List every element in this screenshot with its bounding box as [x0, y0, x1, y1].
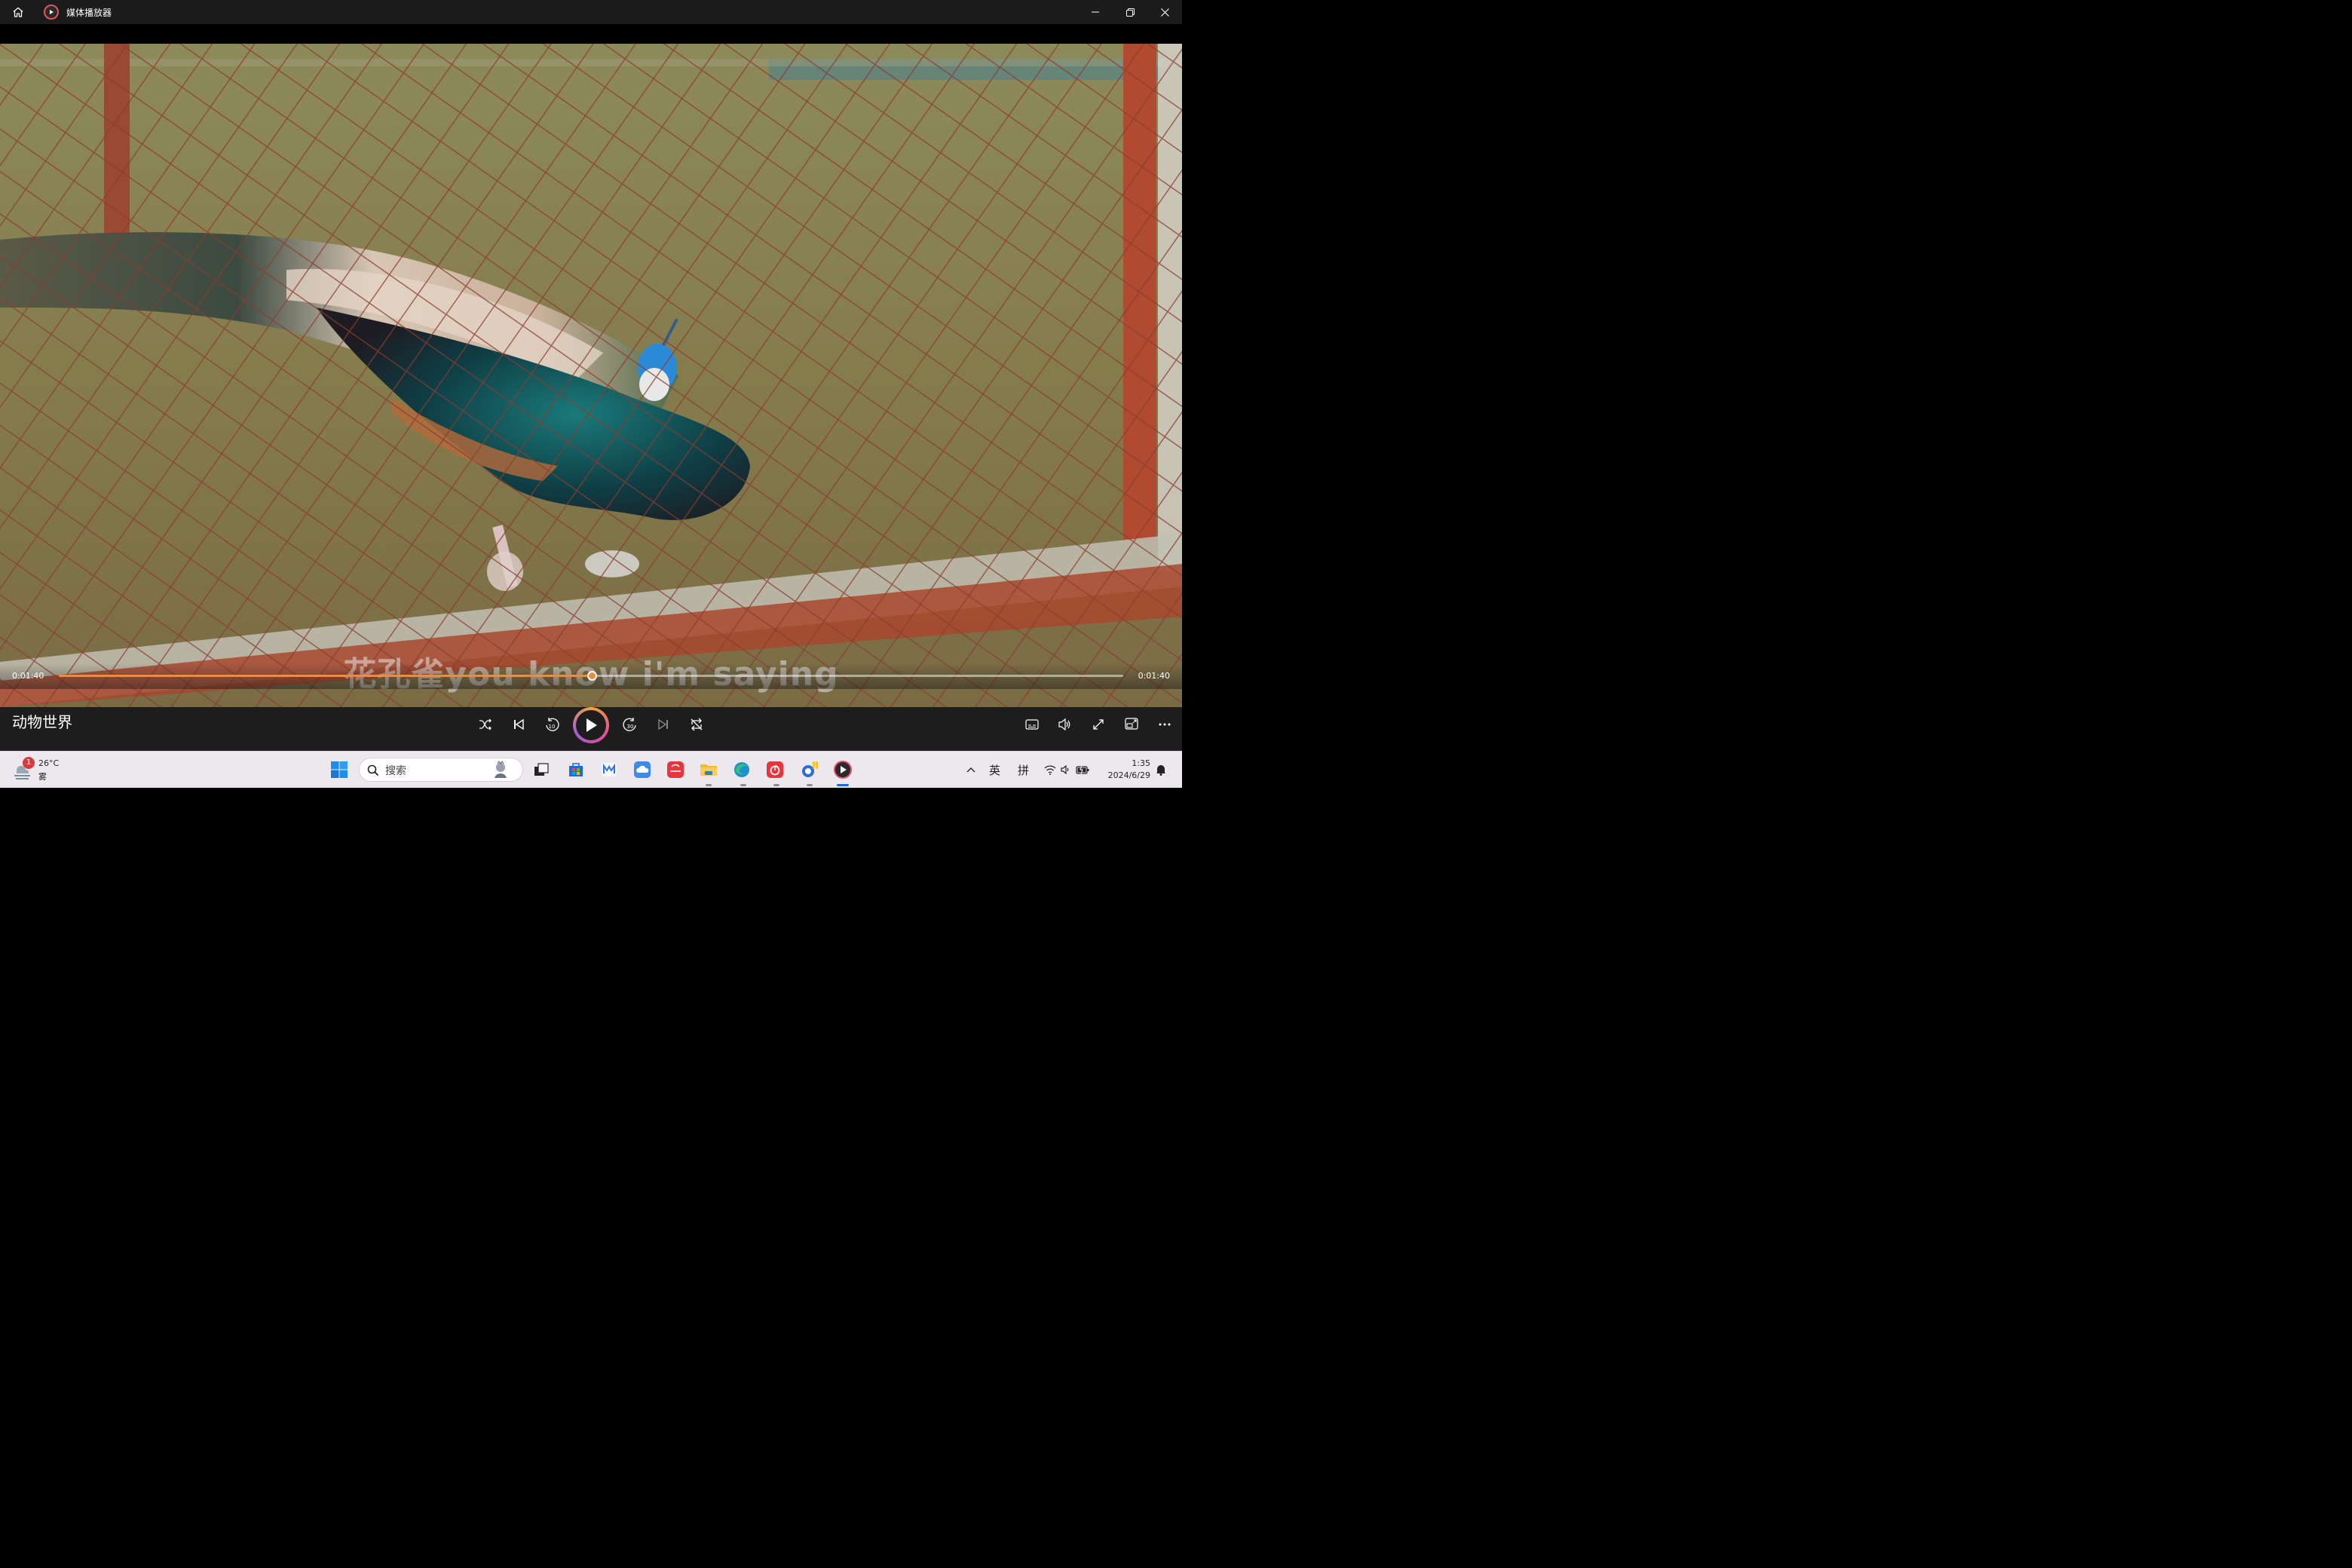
running-indicator	[807, 784, 813, 786]
skip-back-10-icon: 10	[546, 718, 559, 731]
battery-charging-icon	[1076, 764, 1089, 775]
netease-music-icon	[767, 761, 783, 778]
media-player-app-icon	[44, 5, 59, 20]
taskbar-app-netease-music[interactable]	[763, 758, 787, 782]
taskbar-app-file-explorer[interactable]	[697, 758, 721, 782]
skip-forward-label: 30	[627, 724, 634, 730]
task-view-icon	[534, 763, 549, 776]
play-pause-button[interactable]	[573, 707, 609, 743]
more-icon	[1159, 723, 1171, 726]
taskbar-search[interactable]: 搜索	[359, 758, 523, 782]
captions-icon	[1025, 719, 1039, 730]
cloud-app-icon	[634, 761, 651, 778]
search-highlight-icon	[495, 761, 507, 778]
running-indicator	[773, 784, 779, 786]
chevron-up-icon	[966, 767, 975, 773]
taskbar-app-edge[interactable]	[730, 758, 754, 782]
edge-browser-icon	[734, 762, 749, 777]
minimize-icon	[1092, 11, 1099, 13]
skip-back-button[interactable]: 10	[538, 712, 565, 737]
bell-icon	[1156, 765, 1165, 776]
close-button[interactable]	[1147, 0, 1182, 24]
home-icon	[13, 7, 23, 17]
video-image	[0, 44, 1182, 707]
elapsed-time: 0:01:40	[12, 671, 44, 681]
taskbar-app-huawei[interactable]	[663, 758, 688, 782]
clock-date[interactable]: 2024/6/29	[1108, 770, 1150, 780]
close-icon	[1160, 8, 1169, 17]
weather-widget[interactable]: 1 26°C 雾	[12, 756, 72, 783]
previous-icon	[514, 718, 524, 730]
huawei-app-icon	[667, 761, 684, 778]
restore-button[interactable]	[1113, 0, 1147, 24]
running-indicator	[740, 784, 746, 786]
previous-button[interactable]	[505, 712, 532, 737]
seek-bar-row: 0:01:40 0:01:40	[0, 663, 1182, 689]
notification-button[interactable]	[1150, 758, 1171, 782]
restore-icon	[1125, 8, 1135, 17]
wifi-icon	[1044, 765, 1056, 775]
search-placeholder: 搜索	[385, 765, 406, 777]
video-frame[interactable]	[0, 44, 1182, 707]
seek-bar[interactable]	[59, 671, 1123, 681]
taskbar-app-media-player[interactable]	[831, 758, 855, 782]
weather-temperature: 26°C	[38, 758, 60, 768]
next-icon	[658, 718, 668, 730]
media-player-icon	[834, 761, 852, 779]
task-view-button[interactable]	[529, 758, 553, 782]
fullscreen-button[interactable]	[1085, 712, 1112, 737]
ime-language-indicator[interactable]: 英	[989, 762, 1000, 778]
playback-controls: 动物世界 10 30	[0, 707, 1182, 751]
chat-app-icon	[802, 761, 818, 777]
volume-icon	[1058, 718, 1070, 730]
taskbar-app-chat[interactable]	[798, 758, 822, 782]
seek-bar-fill	[59, 675, 593, 677]
weather-condition: 雾	[38, 772, 47, 782]
taskbar-app-mail[interactable]	[597, 758, 621, 782]
title-bar: 媒体播放器	[0, 0, 1182, 24]
active-app-indicator	[837, 784, 849, 786]
next-button[interactable]	[650, 712, 677, 737]
taskbar-app-cloud[interactable]	[630, 758, 654, 782]
total-time: 0:01:40	[1138, 671, 1170, 681]
media-player-window: 媒体播放器 0:01:40 0:01:40 动物世界 10 30 1 26°C …	[0, 0, 1182, 788]
window-title: 媒体播放器	[66, 7, 112, 18]
skip-back-label: 10	[549, 724, 556, 730]
search-icon	[367, 764, 379, 776]
windows-logo-icon	[331, 761, 348, 778]
clock-time[interactable]: 1:35	[1132, 758, 1150, 768]
play-icon	[586, 718, 597, 732]
captions-button[interactable]	[1018, 712, 1046, 737]
home-button[interactable]	[0, 0, 36, 24]
media-title: 动物世界	[12, 713, 72, 731]
miniplayer-icon	[1125, 718, 1138, 730]
show-hidden-icons-button[interactable]	[959, 758, 983, 782]
mail-app-icon	[602, 763, 617, 776]
weather-alert-badge: 1	[23, 757, 35, 769]
volume-button[interactable]	[1052, 712, 1079, 737]
speaker-icon	[1061, 764, 1069, 775]
fullscreen-icon	[1093, 719, 1104, 730]
minimize-button[interactable]	[1078, 0, 1113, 24]
start-button[interactable]	[327, 758, 351, 782]
taskbar-app-store[interactable]	[564, 758, 588, 782]
repeat-button[interactable]	[683, 712, 710, 737]
running-indicator	[706, 784, 712, 786]
skip-forward-30-icon: 30	[623, 718, 636, 731]
folder-icon	[700, 764, 717, 776]
letterbox-bar	[0, 24, 1182, 44]
repeat-icon	[691, 718, 703, 731]
skip-forward-button[interactable]: 30	[617, 712, 644, 737]
ime-mode-indicator[interactable]: 拼	[1018, 762, 1029, 778]
more-options-button[interactable]	[1151, 712, 1178, 737]
seek-bar-thumb[interactable]	[587, 671, 598, 681]
quick-settings-button[interactable]	[1040, 758, 1093, 782]
microsoft-store-icon	[569, 763, 583, 776]
windows-taskbar: 1 26°C 雾 搜索 英 拼 1:35 2024/6/29	[0, 751, 1182, 788]
shuffle-icon	[479, 718, 492, 730]
shuffle-button[interactable]	[472, 712, 499, 737]
miniplayer-button[interactable]	[1118, 712, 1145, 737]
